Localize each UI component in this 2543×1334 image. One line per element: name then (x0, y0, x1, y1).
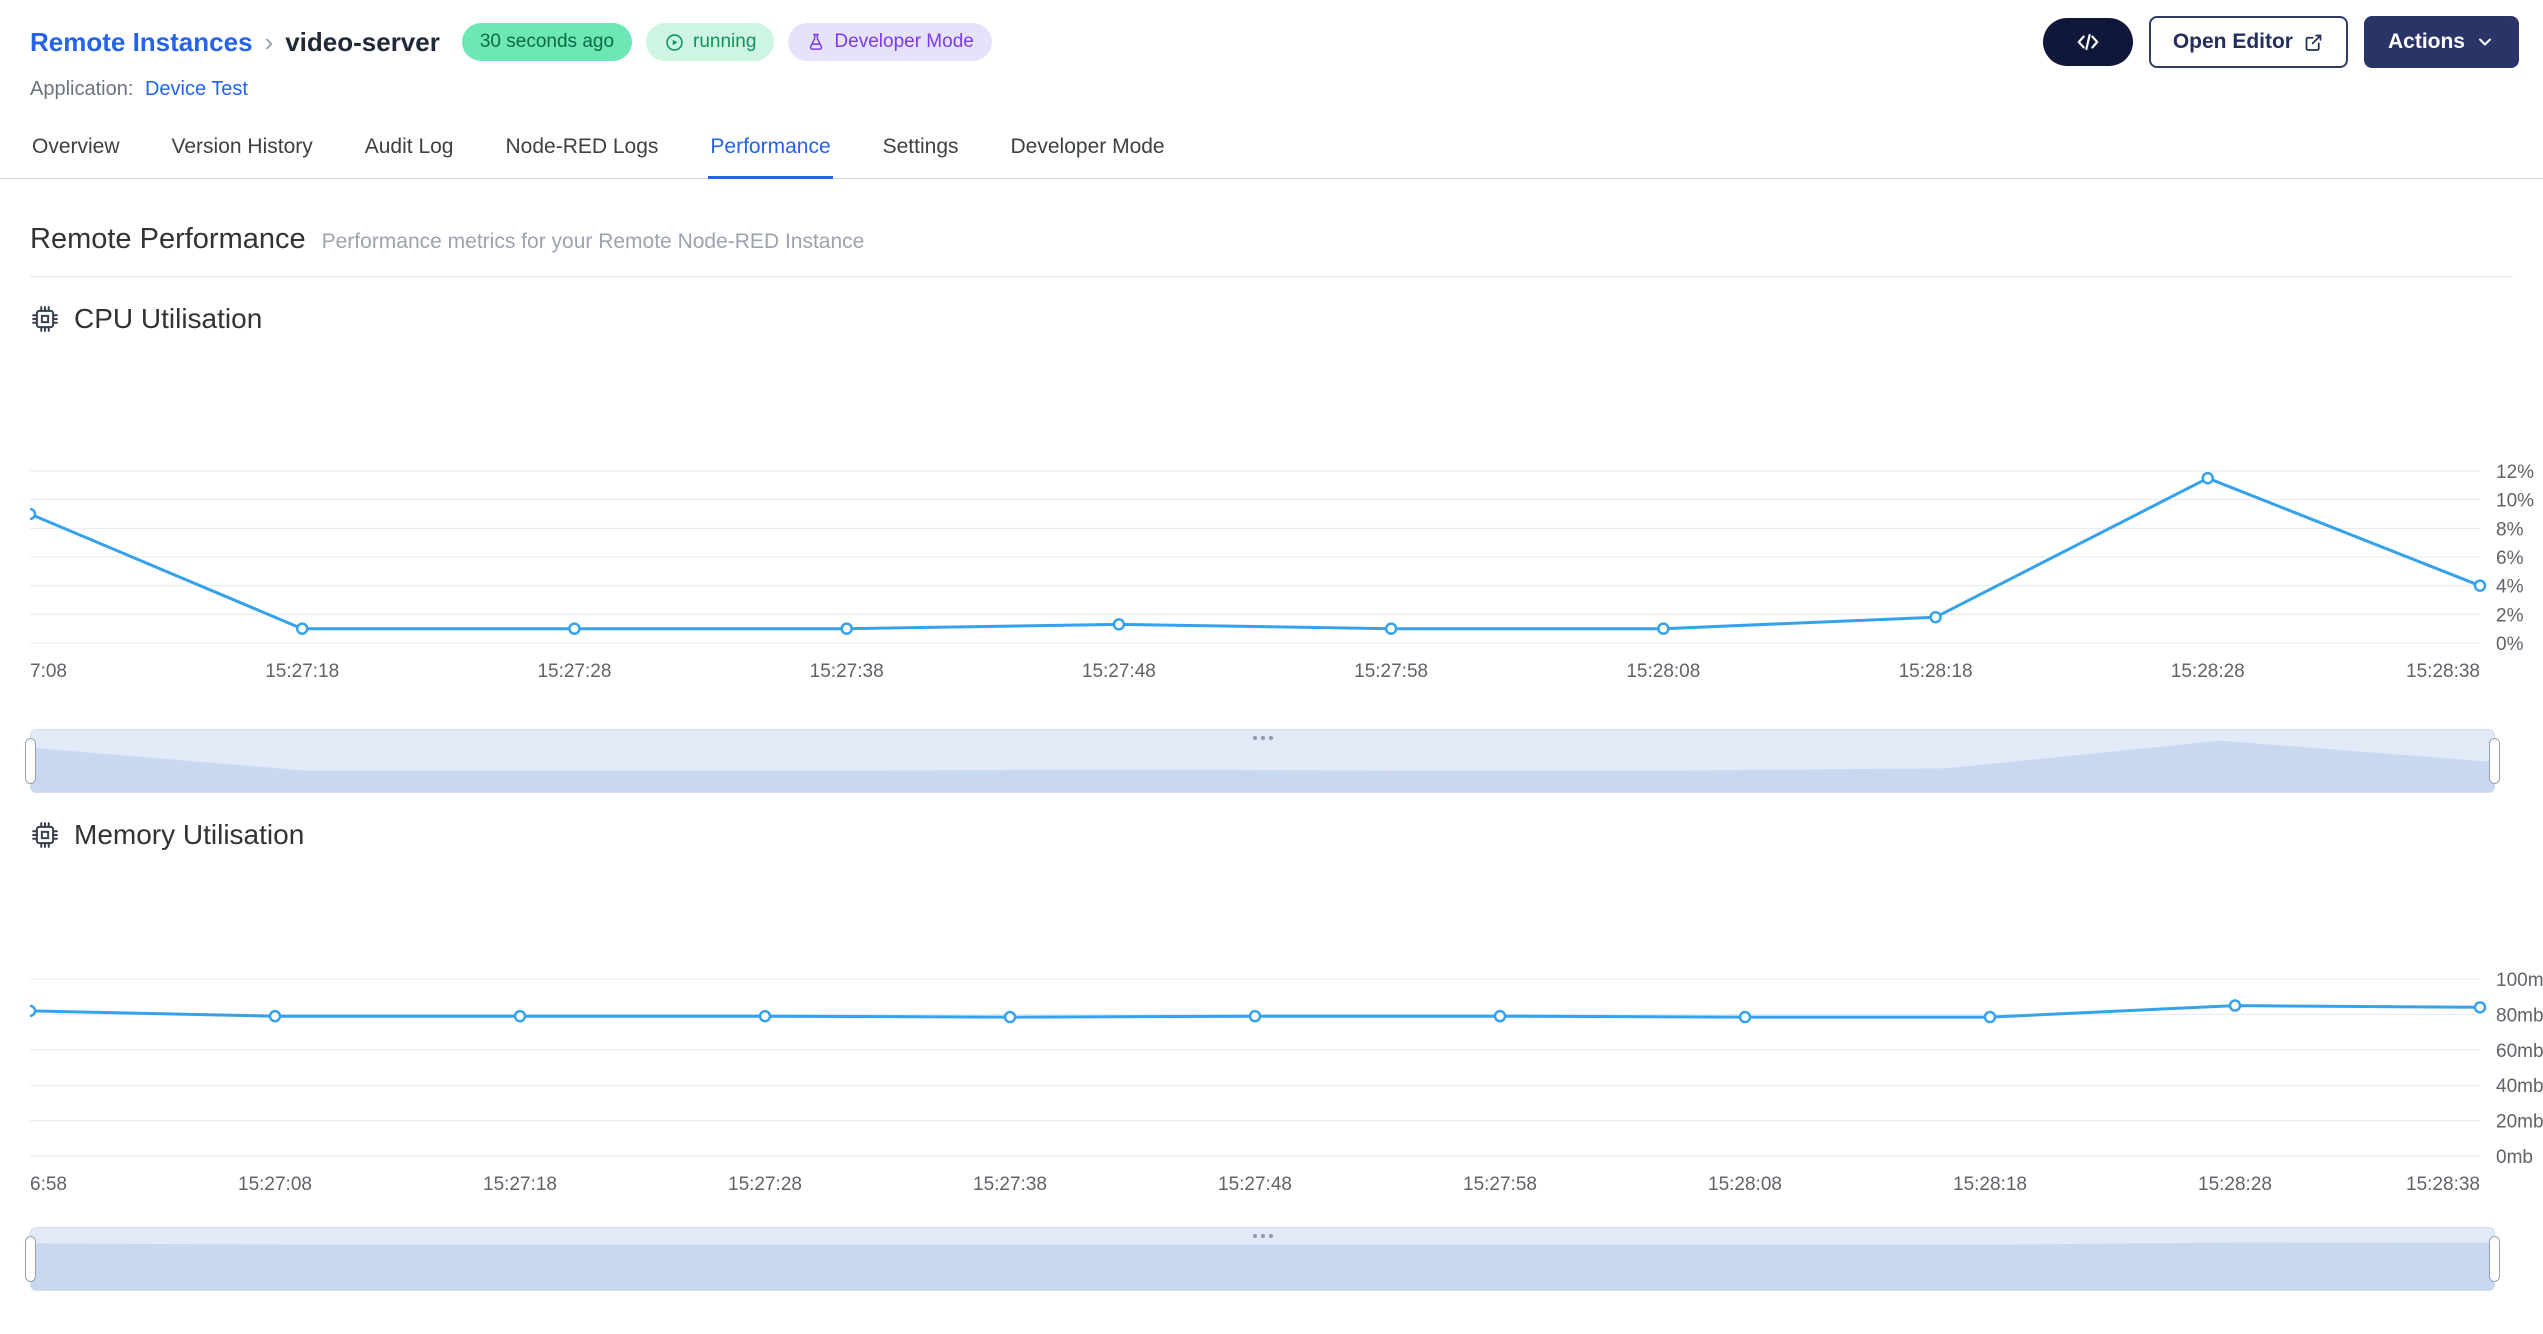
breadcrumb-remote-instances-link[interactable]: Remote Instances (30, 27, 253, 58)
svg-text:4%: 4% (2496, 577, 2524, 598)
tab-version-history[interactable]: Version History (170, 119, 315, 179)
svg-text:15:28:38: 15:28:38 (2406, 1174, 2480, 1195)
tab-bar: Overview Version History Audit Log Node-RED… (0, 119, 2543, 179)
developer-mode-label: Developer Mode (834, 31, 974, 52)
external-link-icon (2305, 34, 2322, 51)
tab-overview[interactable]: Overview (30, 119, 122, 179)
tab-settings[interactable]: Settings (881, 119, 961, 179)
page-title-row: Remote Performance Performance metrics f… (30, 223, 2513, 277)
running-status-badge: running (646, 23, 775, 61)
tab-audit-log[interactable]: Audit Log (363, 119, 456, 179)
memory-section-header: Memory Utilisation (30, 819, 2513, 851)
application-link[interactable]: Device Test (145, 78, 248, 100)
svg-text:7:08: 7:08 (30, 661, 67, 682)
memory-navigator-left-handle[interactable] (25, 1236, 36, 1282)
svg-text:15:28:18: 15:28:18 (1953, 1174, 2027, 1195)
actions-button[interactable]: Actions (2363, 16, 2519, 68)
developer-mode-badge: Developer Mode (788, 23, 992, 61)
last-seen-label: 30 seconds ago (479, 31, 615, 52)
cpu-navigator-left-handle[interactable] (25, 738, 36, 784)
svg-text:15:28:18: 15:28:18 (1899, 661, 1973, 682)
cpu-chip-icon (32, 306, 58, 332)
application-label: Application: (30, 78, 134, 100)
open-editor-label: Open Editor (2172, 30, 2293, 53)
open-editor-button[interactable]: Open Editor (2148, 16, 2348, 68)
tab-node-red-logs[interactable]: Node-RED Logs (504, 119, 661, 179)
svg-text:0mb: 0mb (2496, 1147, 2533, 1168)
memory-section-title: Memory Utilisation (74, 819, 305, 850)
svg-text:80mb: 80mb (2496, 1005, 2543, 1026)
svg-text:15:28:28: 15:28:28 (2171, 661, 2245, 682)
svg-text:15:27:08: 15:27:08 (238, 1174, 312, 1195)
memory-chart-zoom-navigator[interactable] (25, 1227, 2500, 1291)
cpu-section-header: CPU Utilisation (30, 303, 2513, 335)
header-actions: Open Editor Actions (2042, 16, 2519, 68)
flask-icon (810, 33, 823, 50)
play-circle-icon (666, 33, 683, 51)
actions-label: Actions (2387, 30, 2465, 53)
application-row: Application: Device Test (30, 78, 2543, 101)
memory-chip-icon (32, 822, 58, 848)
cpu-navigator-right-handle[interactable] (2489, 738, 2500, 784)
svg-text:8%: 8% (2496, 519, 2524, 540)
svg-text:12%: 12% (2496, 462, 2534, 483)
instance-header: Remote Instances › video-server 30 secon… (0, 0, 2543, 68)
svg-text:6%: 6% (2496, 548, 2524, 569)
cpu-chart-zoom-navigator[interactable] (25, 729, 2500, 793)
page-subtitle: Performance metrics for your Remote Node… (321, 230, 865, 253)
editor-code-toggle[interactable] (2042, 18, 2133, 66)
svg-text:15:28:38: 15:28:38 (2406, 661, 2480, 682)
svg-text:15:27:28: 15:27:28 (728, 1174, 802, 1195)
svg-text:15:27:38: 15:27:38 (810, 661, 884, 682)
running-status-label: running (693, 31, 757, 52)
breadcrumb-instance-name: video-server (285, 26, 440, 57)
navigator-grip-icon[interactable] (1251, 1232, 1275, 1240)
cpu-section-title: CPU Utilisation (74, 303, 263, 334)
memory-section: Memory Utilisation 0mb 20mb 40mb 60mb 80mb 10… (0, 819, 2543, 1291)
svg-text:15:27:48: 15:27:48 (1218, 1174, 1292, 1195)
svg-text:100mb: 100mb (2496, 970, 2543, 991)
svg-text:15:27:18: 15:27:18 (483, 1174, 557, 1195)
svg-text:60mb: 60mb (2496, 1041, 2543, 1062)
svg-text:15:27:58: 15:27:58 (1354, 661, 1428, 682)
breadcrumb-separator: › (264, 26, 274, 57)
chevron-down-icon (2479, 38, 2491, 46)
svg-text:40mb: 40mb (2496, 1076, 2543, 1097)
svg-text:0%: 0% (2496, 634, 2524, 655)
svg-text:2%: 2% (2496, 605, 2524, 626)
svg-text:10%: 10% (2496, 491, 2534, 512)
svg-text:15:27:38: 15:27:38 (973, 1174, 1047, 1195)
cpu-section: CPU Utilisation 0% 2% 4% 6% 8% 10% 12% 7:08 15:2… (0, 303, 2543, 793)
svg-text:15:27:48: 15:27:48 (1082, 661, 1156, 682)
svg-text:15:27:18: 15:27:18 (265, 661, 339, 682)
cpu-chart-canvas[interactable]: 0% 2% 4% 6% 8% 10% 12% 7:08 15:27:18 15:27:28 15:2… (30, 341, 2543, 689)
svg-text:15:27:28: 15:27:28 (537, 661, 611, 682)
breadcrumb: Remote Instances › video-server (30, 27, 440, 58)
status-badges: 30 seconds ago running Developer Mode (461, 23, 992, 61)
last-seen-badge: 30 seconds ago (461, 23, 633, 61)
page-title: Remote Performance (30, 223, 306, 255)
svg-text:15:28:08: 15:28:08 (1708, 1174, 1782, 1195)
svg-text:15:28:08: 15:28:08 (1626, 661, 1700, 682)
tab-developer-mode[interactable]: Developer Mode (1009, 119, 1167, 179)
memory-chart-canvas[interactable]: 0mb 20mb 40mb 60mb 80mb 100mb 6:58 15:27:08 15:2… (30, 857, 2543, 1199)
tab-performance[interactable]: Performance (708, 119, 833, 179)
code-icon (2077, 33, 2099, 51)
memory-navigator-right-handle[interactable] (2489, 1236, 2500, 1282)
svg-text:15:28:28: 15:28:28 (2198, 1174, 2272, 1195)
performance-page: Remote Performance Performance metrics f… (0, 179, 2543, 1291)
svg-text:15:27:58: 15:27:58 (1463, 1174, 1537, 1195)
navigator-grip-icon[interactable] (1251, 734, 1275, 742)
svg-text:20mb: 20mb (2496, 1112, 2543, 1133)
svg-text:6:58: 6:58 (30, 1174, 67, 1195)
